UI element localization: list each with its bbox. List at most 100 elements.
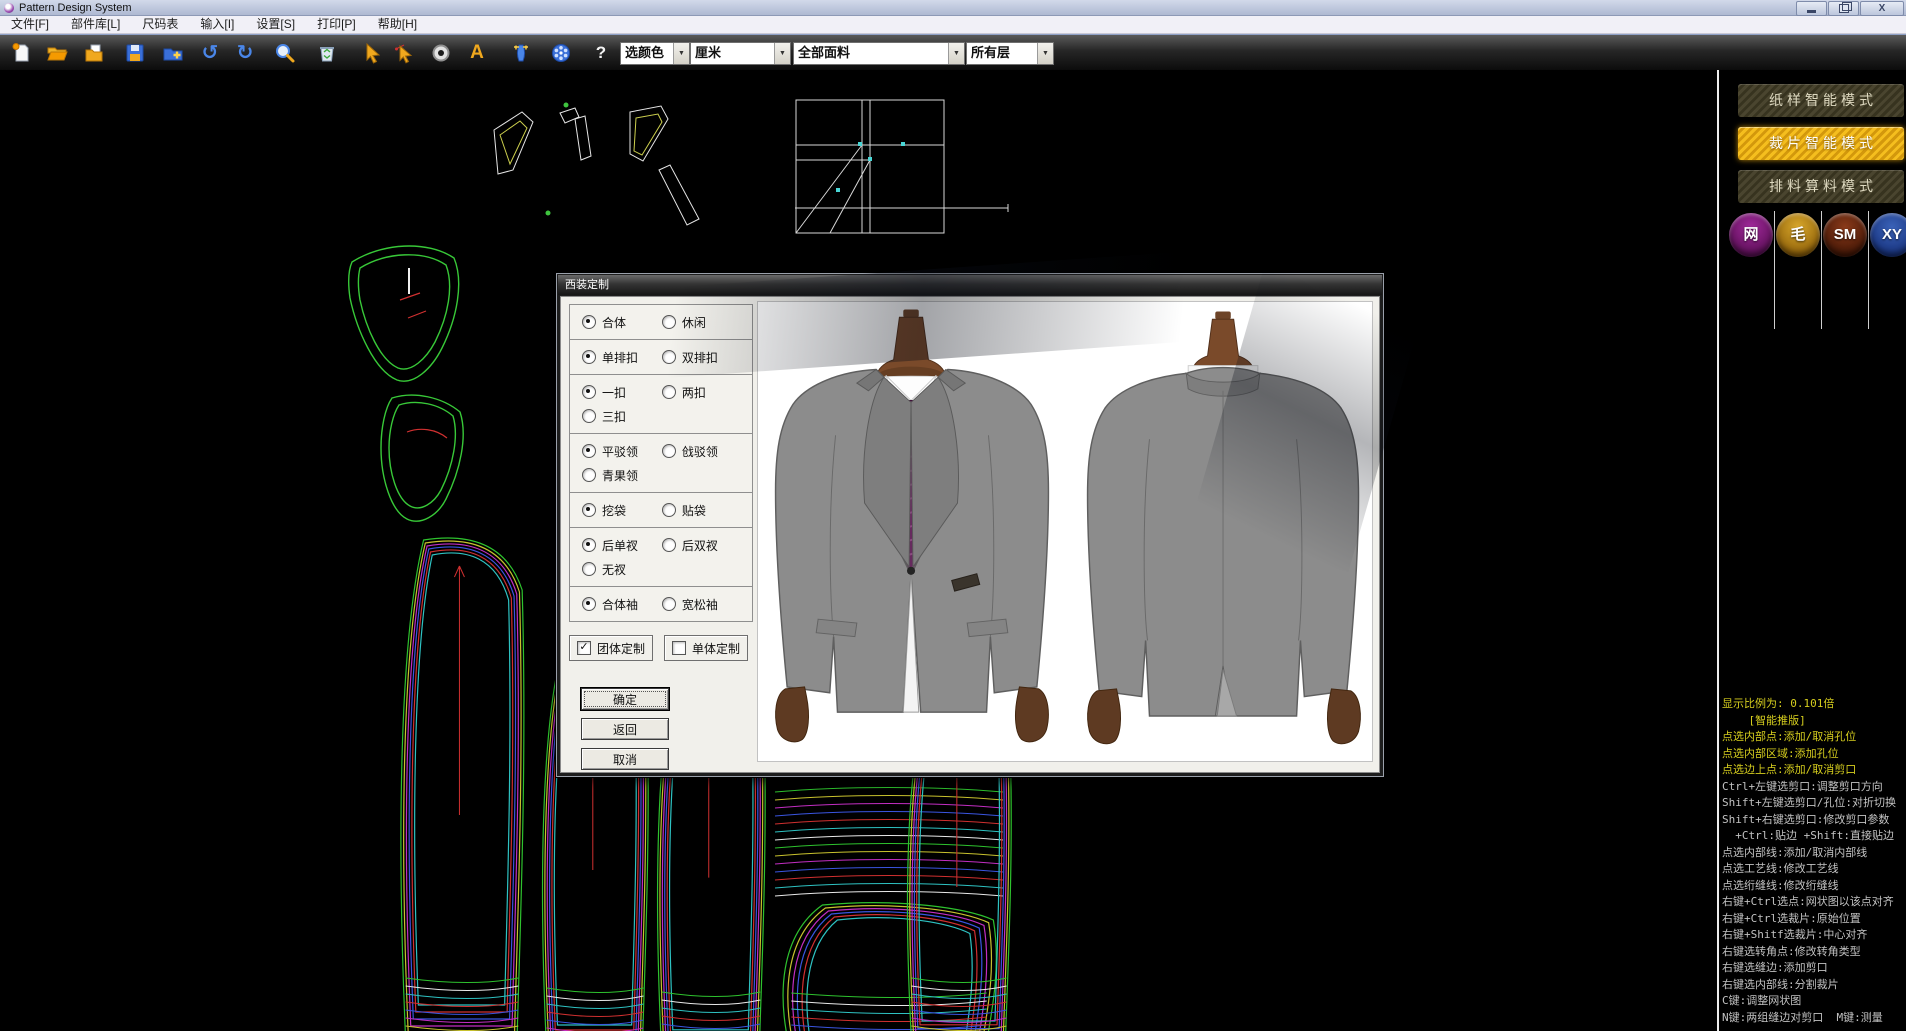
help-button[interactable]: ?	[586, 38, 616, 67]
radio-一扣[interactable]: 一扣	[582, 380, 662, 404]
mode-button-1[interactable]: 纸样智能模式	[1738, 84, 1904, 117]
pattern-wheel-button[interactable]	[546, 38, 576, 67]
title-bar[interactable]: Pattern Design System X	[0, 0, 1906, 16]
status-line: Ctrl+左键选剪口:调整剪口方向	[1722, 779, 1906, 796]
restore-button[interactable]	[1828, 1, 1859, 16]
radio-单排扣[interactable]: 单排扣	[582, 345, 662, 369]
mode-button-2[interactable]: 裁片智能模式	[1738, 127, 1904, 160]
band-nest[interactable]	[775, 788, 1003, 897]
menu-item[interactable]: 打印[P]	[306, 16, 367, 33]
menu-item[interactable]: 设置[S]	[245, 16, 306, 33]
radio-icon	[582, 538, 596, 552]
status-line: 显示比例为: 0.101倍	[1722, 696, 1906, 713]
status-line: 右键选缝边:添加剪口	[1722, 960, 1906, 977]
chevron-down-icon[interactable]: ▼	[948, 43, 964, 64]
status-line: 右键+Shitf选裁片:中心对齐	[1722, 927, 1906, 944]
radio-icon	[582, 350, 596, 364]
confirm-button[interactable]: 确定	[581, 688, 669, 710]
radio-label: 两扣	[682, 384, 706, 401]
chevron-down-icon[interactable]: ▼	[774, 43, 790, 64]
radio-休闲[interactable]: 休闲	[662, 310, 752, 334]
mode-button-3[interactable]: 排料算料模式	[1738, 170, 1904, 203]
menu-item[interactable]: 帮助[H]	[367, 16, 428, 33]
undo-button[interactable]: ↺	[195, 38, 225, 67]
layer-toggle-row: 网毛SMXY	[1719, 211, 1906, 331]
checkbox-icon	[577, 641, 591, 655]
menu-item[interactable]: 尺码表	[131, 16, 189, 33]
new-document-button[interactable]	[6, 38, 36, 67]
radio-icon	[662, 444, 676, 458]
save-button[interactable]	[120, 38, 150, 67]
cancel-button[interactable]: 取消	[581, 748, 669, 770]
status-line: 点选绗缝线:修改绗缝线	[1722, 878, 1906, 895]
option-group-4: 平驳领戗驳领青果领	[569, 433, 753, 493]
radio-戗驳领[interactable]: 戗驳领	[662, 439, 752, 463]
unit-select-combo[interactable]: 厘米 ▼	[690, 42, 791, 65]
redo-button[interactable]: ↻	[230, 38, 260, 67]
radio-宽松袖[interactable]: 宽松袖	[662, 592, 752, 616]
radio-label: 休闲	[682, 314, 706, 331]
menu-item[interactable]: 部件库[L]	[60, 16, 131, 33]
status-help-text: 显示比例为: 0.101倍 [智能推版]点选内部点:添加/取消孔位点选内部区域:…	[1722, 696, 1906, 1026]
radio-贴袋[interactable]: 贴袋	[662, 498, 752, 522]
grading-nest[interactable]	[401, 538, 524, 1031]
recycle-bin-button[interactable]	[312, 38, 342, 67]
radio-label: 贴袋	[682, 502, 706, 519]
import-piece-button[interactable]	[79, 38, 109, 67]
menu-item[interactable]: 文件[F]	[0, 16, 60, 33]
layer-select-combo[interactable]: 所有层 ▼	[966, 42, 1054, 65]
checkbox-label: 单体定制	[692, 640, 740, 657]
minimize-button[interactable]	[1796, 1, 1827, 16]
color-select-combo[interactable]: 选颜色 ▼	[620, 42, 690, 65]
seam-allowance-tool-button[interactable]	[506, 38, 536, 67]
chevron-down-icon[interactable]: ▼	[673, 43, 689, 64]
status-line: 点选内部区域:添加孔位	[1722, 746, 1906, 763]
option-group-7: 合体袖 宽松袖	[569, 586, 753, 622]
radio-三扣[interactable]: 三扣	[582, 404, 662, 428]
dialog-title-bar[interactable]: 西装定制	[558, 275, 1382, 295]
window-title: Pattern Design System	[19, 2, 132, 14]
round-button-网[interactable]: 网	[1729, 213, 1773, 257]
radio-挖袋[interactable]: 挖袋	[582, 498, 662, 522]
radio-平驳领[interactable]: 平驳领	[582, 439, 662, 463]
text-tool-button[interactable]: A	[462, 38, 492, 67]
radio-青果领[interactable]: 青果领	[582, 463, 662, 487]
status-line: Shift+左键选剪口/孔位:对折切换	[1722, 795, 1906, 812]
radio-label: 挖袋	[602, 502, 626, 519]
ring-tool-button[interactable]	[426, 38, 456, 67]
return-button[interactable]: 返回	[581, 718, 669, 740]
radio-无衩[interactable]: 无衩	[582, 557, 662, 581]
checkbox-group-custom[interactable]: 团体定制	[569, 635, 653, 661]
close-button[interactable]: X	[1860, 1, 1904, 16]
radio-label: 合体袖	[602, 596, 638, 613]
checkbox-icon	[672, 641, 686, 655]
menu-item[interactable]: 输入[I]	[189, 16, 245, 33]
chevron-down-icon[interactable]: ▼	[1037, 43, 1053, 64]
radio-后单衩[interactable]: 后单衩	[582, 533, 662, 557]
node-select-arrow-button[interactable]	[389, 38, 419, 67]
round-button-毛[interactable]: 毛	[1776, 213, 1820, 257]
status-line: 点选内部点:添加/取消孔位	[1722, 729, 1906, 746]
radio-两扣[interactable]: 两扣	[662, 380, 752, 404]
add-to-library-button[interactable]	[158, 38, 188, 67]
open-file-button[interactable]	[42, 38, 72, 67]
round-button-SM[interactable]: SM	[1823, 213, 1867, 257]
radio-icon	[662, 597, 676, 611]
grading-nest[interactable]	[783, 903, 996, 1031]
radio-双排扣[interactable]: 双排扣	[662, 345, 752, 369]
zoom-button[interactable]	[270, 38, 300, 67]
status-line: +Ctrl:贴边 +Shift:直接贴边	[1722, 828, 1906, 845]
select-arrow-button[interactable]	[358, 38, 388, 67]
checkbox-single-custom[interactable]: 单体定制	[664, 635, 748, 661]
radio-后双衩[interactable]: 后双衩	[662, 533, 752, 557]
fabric-select-combo[interactable]: 全部面料 ▼	[793, 42, 965, 65]
radio-label: 合体	[602, 314, 626, 331]
radio-icon	[582, 562, 596, 576]
radio-合体袖[interactable]: 合体袖	[582, 592, 662, 616]
round-button-XY[interactable]: XY	[1870, 213, 1906, 257]
undo-icon: ↺	[202, 42, 219, 64]
option-group-6: 后单衩后双衩无衩	[569, 527, 753, 587]
radio-icon	[582, 468, 596, 482]
radio-label: 宽松袖	[682, 596, 718, 613]
radio-合体[interactable]: 合体	[582, 310, 662, 334]
